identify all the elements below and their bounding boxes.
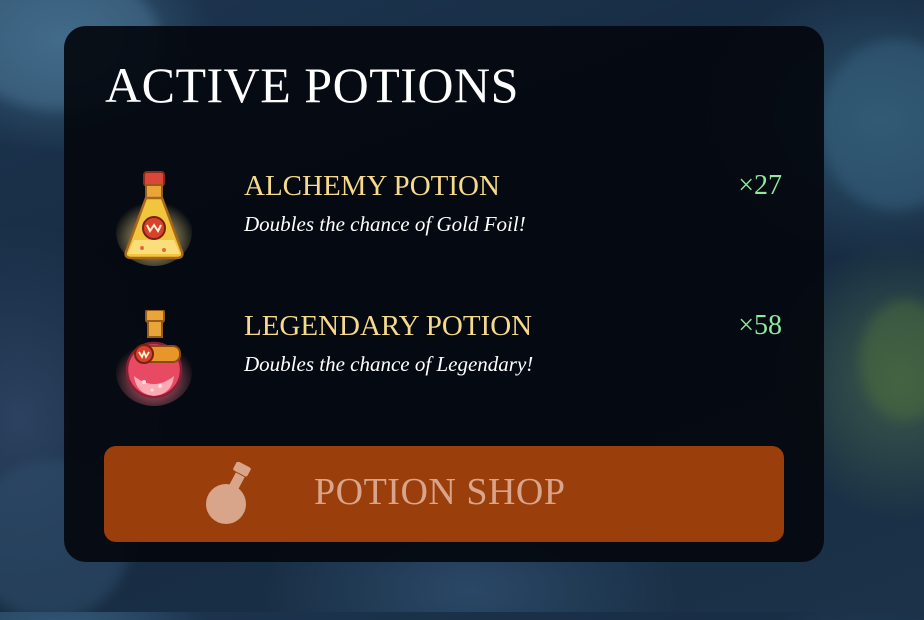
potion-shop-button[interactable]: POTION SHOP [104, 446, 784, 542]
potion-row-legendary: LEGENDARY POTION Doubles the chance of L… [64, 309, 824, 420]
potion-description: Doubles the chance of Legendary! [244, 352, 534, 376]
background-foliage [860, 300, 924, 420]
potion-flask-icon [204, 461, 258, 526]
legendary-potion-icon [114, 309, 194, 410]
potion-row-alchemy: ALCHEMY POTION Doubles the chance of Gol… [64, 170, 824, 280]
alchemy-potion-icon [114, 170, 194, 270]
panel-title: ACTIVE POTIONS [105, 57, 519, 113]
potion-shop-label: POTION SHOP [314, 471, 566, 513]
potion-name: LEGENDARY POTION [244, 310, 533, 342]
potion-name: ALCHEMY POTION [244, 170, 500, 202]
potion-count: ×27 [738, 170, 782, 201]
potion-count: ×58 [738, 310, 782, 341]
background-foliage [820, 40, 924, 210]
potion-description: Doubles the chance of Gold Foil! [244, 212, 526, 236]
